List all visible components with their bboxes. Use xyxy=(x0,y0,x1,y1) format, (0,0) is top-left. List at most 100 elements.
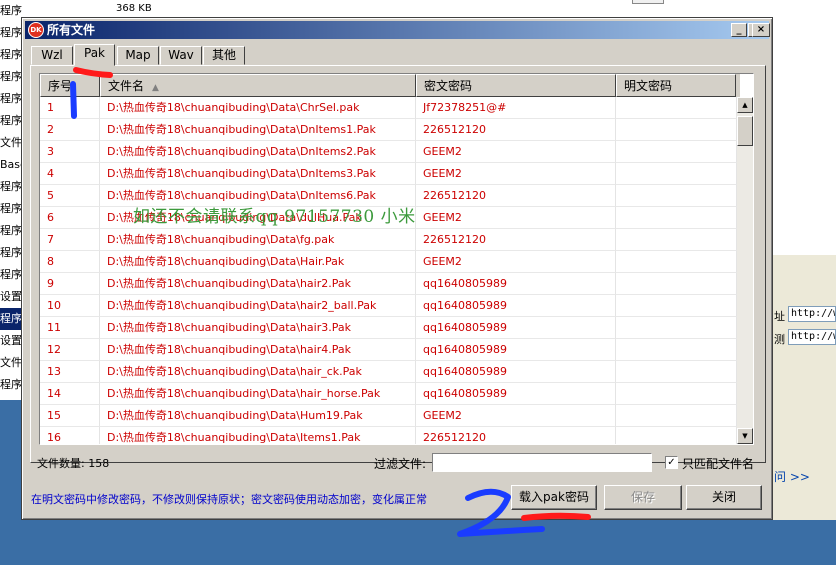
table-row[interactable]: 12 D:\热血传奇18\chuanqibuding\Data\hair4.Pak… xyxy=(40,339,737,361)
cell-index: 3 xyxy=(40,141,100,163)
close-button[interactable]: 关闭 xyxy=(686,485,762,510)
column-header-cipher[interactable]: 密文密码 xyxy=(416,74,616,97)
cell-cipher-password: qq1640805989 xyxy=(416,273,616,295)
background-url-field-1[interactable]: http://w xyxy=(788,306,836,322)
cell-cipher-password: qq1640805989 xyxy=(416,383,616,405)
tab-wav[interactable]: Wav xyxy=(160,46,202,65)
all-files-dialog: DK 所有文件 _ □ × Wzl Pak Map Wav 其他 序号 文件名 ▲… xyxy=(21,17,773,520)
column-header-filename[interactable]: 文件名 ▲ xyxy=(100,74,416,97)
column-header-plain-label: 明文密码 xyxy=(624,79,673,93)
background-list-item[interactable]: 程序扩 xyxy=(0,176,22,198)
cell-plain-password[interactable] xyxy=(616,163,737,185)
background-list-item[interactable]: 程序扩 xyxy=(0,198,22,220)
table-row[interactable]: 11 D:\热血传奇18\chuanqibuding\Data\hair3.Pak… xyxy=(40,317,737,339)
cell-plain-password[interactable] xyxy=(616,383,737,405)
table-row[interactable]: 9 D:\热血传奇18\chuanqibuding\Data\hair2.Pak q… xyxy=(40,273,737,295)
cell-filename: D:\热血传奇18\chuanqibuding\Data\Hair.Pak xyxy=(100,251,416,273)
cell-plain-password[interactable] xyxy=(616,119,737,141)
background-list-item[interactable]: 文件 xyxy=(0,352,22,374)
title-bar[interactable]: DK 所有文件 _ □ × xyxy=(25,21,770,39)
app-icon: DK xyxy=(28,22,44,38)
table-row[interactable]: 15 D:\热血传奇18\chuanqibuding\Data\Hum19.Pak… xyxy=(40,405,737,427)
table-row[interactable]: 2 D:\热血传奇18\chuanqibuding\Data\DnItems1.P… xyxy=(40,119,737,141)
cell-plain-password[interactable] xyxy=(616,317,737,339)
cell-plain-password[interactable] xyxy=(616,97,737,119)
background-list-item[interactable]: 设置 xyxy=(0,286,22,308)
background-list-item[interactable]: 程序 xyxy=(0,264,22,286)
background-list-item[interactable]: 程序扩 xyxy=(0,22,22,44)
background-list-item[interactable]: 程序扩 xyxy=(0,66,22,88)
filter-input[interactable] xyxy=(432,453,652,472)
table-row[interactable]: 1 D:\热血传奇18\chuanqibuding\Data\ChrSel.pak… xyxy=(40,97,737,119)
match-filename-label[interactable]: 只匹配文件名 xyxy=(682,455,754,472)
background-list-item-label: 程序扩 xyxy=(0,312,22,325)
background-list-item[interactable]: 设置 xyxy=(0,330,22,352)
background-list-item-label: 程序扩 xyxy=(0,26,22,39)
cell-index: 5 xyxy=(40,185,100,207)
column-header-plain[interactable]: 明文密码 xyxy=(616,74,736,97)
tab-other[interactable]: 其他 xyxy=(203,46,245,65)
save-button[interactable]: 保存 xyxy=(604,485,682,510)
cell-plain-password[interactable] xyxy=(616,229,737,251)
file-list-view[interactable]: 序号 文件名 ▲ 密文密码 明文密码 1 D:\热血传奇18\chuanqibudi… xyxy=(39,73,754,445)
cell-index: 4 xyxy=(40,163,100,185)
cell-plain-password[interactable] xyxy=(616,251,737,273)
cell-cipher-password: GEEM2 xyxy=(416,207,616,229)
vertical-scrollbar[interactable]: ▲ ▼ xyxy=(737,97,753,444)
column-header-index[interactable]: 序号 xyxy=(40,74,100,97)
background-list-item[interactable]: Base xyxy=(0,154,22,176)
table-row[interactable]: 14 D:\热血传奇18\chuanqibuding\Data\hair_hors… xyxy=(40,383,737,405)
table-row[interactable]: 7 D:\热血传奇18\chuanqibuding\Data\fg.pak 2265… xyxy=(40,229,737,251)
background-list-item[interactable]: 程序扩 xyxy=(0,88,22,110)
cell-cipher-password: 226512120 xyxy=(416,427,616,444)
background-list-item[interactable]: 程序扩展 xyxy=(0,0,22,22)
cell-index: 11 xyxy=(40,317,100,339)
cell-plain-password[interactable] xyxy=(616,207,737,229)
table-row[interactable]: 4 D:\热血传奇18\chuanqibuding\Data\DnItems3.P… xyxy=(40,163,737,185)
background-file-size: 368 KB xyxy=(116,3,152,14)
cell-cipher-password: GEEM2 xyxy=(416,163,616,185)
background-list-item-label: Base xyxy=(0,158,22,171)
cell-index: 1 xyxy=(40,97,100,119)
background-list-item[interactable]: 程序扩 xyxy=(0,374,22,396)
table-row[interactable]: 3 D:\热血传奇18\chuanqibuding\Data\DnItems2.P… xyxy=(40,141,737,163)
cell-filename: D:\热血传奇18\chuanqibuding\Data\fg.pak xyxy=(100,229,416,251)
background-list-item[interactable]: 程序扩 xyxy=(0,242,22,264)
tab-map[interactable]: Map xyxy=(117,46,159,65)
hint-text: 在明文密码中修改密码，不修改则保持原状；密文密码使用动态加密，变化属正常 xyxy=(31,493,427,506)
column-header-cipher-label: 密文密码 xyxy=(424,79,473,93)
cell-plain-password[interactable] xyxy=(616,295,737,317)
cell-plain-password[interactable] xyxy=(616,273,737,295)
cell-plain-password[interactable] xyxy=(616,361,737,383)
cell-plain-password[interactable] xyxy=(616,427,737,444)
background-list-item[interactable]: 程序扩 xyxy=(0,110,22,132)
cell-index: 13 xyxy=(40,361,100,383)
background-list-item[interactable]: 程序扩 xyxy=(0,308,22,330)
cell-cipher-password: 226512120 xyxy=(416,119,616,141)
background-list-item[interactable]: 文件 xyxy=(0,132,22,154)
table-row[interactable]: 13 D:\热血传奇18\chuanqibuding\Data\hair_ck.P… xyxy=(40,361,737,383)
close-window-button[interactable]: × xyxy=(752,23,770,37)
cell-cipher-password: qq1640805989 xyxy=(416,339,616,361)
minimize-button[interactable]: _ xyxy=(731,23,747,37)
tab-wzl[interactable]: Wzl xyxy=(31,46,73,65)
load-pak-password-button[interactable]: 载入pak密码 xyxy=(511,485,597,510)
cell-plain-password[interactable] xyxy=(616,185,737,207)
table-row[interactable]: 8 D:\热血传奇18\chuanqibuding\Data\Hair.Pak GE… xyxy=(40,251,737,273)
tab-pak[interactable]: Pak xyxy=(74,44,115,66)
table-row[interactable]: 16 D:\热血传奇18\chuanqibuding\Data\Items1.Pa… xyxy=(40,427,737,444)
background-list-item[interactable]: 程序扩 xyxy=(0,220,22,242)
scroll-thumb[interactable] xyxy=(737,116,753,146)
cell-plain-password[interactable] xyxy=(616,405,737,427)
cell-plain-password[interactable] xyxy=(616,141,737,163)
scroll-up-icon[interactable]: ▲ xyxy=(737,97,753,113)
match-filename-checkbox[interactable]: ✓ xyxy=(665,456,678,469)
background-list-item[interactable]: 程序扩 xyxy=(0,44,22,66)
background-list-item-label: 程序扩 xyxy=(0,70,22,83)
background-url-field-2[interactable]: http://w xyxy=(788,329,836,345)
background-link[interactable]: 问 >> xyxy=(774,468,810,485)
desktop-strip xyxy=(0,520,836,565)
scroll-down-icon[interactable]: ▼ xyxy=(737,428,753,444)
cell-plain-password[interactable] xyxy=(616,339,737,361)
table-row[interactable]: 10 D:\热血传奇18\chuanqibuding\Data\hair2_bal… xyxy=(40,295,737,317)
